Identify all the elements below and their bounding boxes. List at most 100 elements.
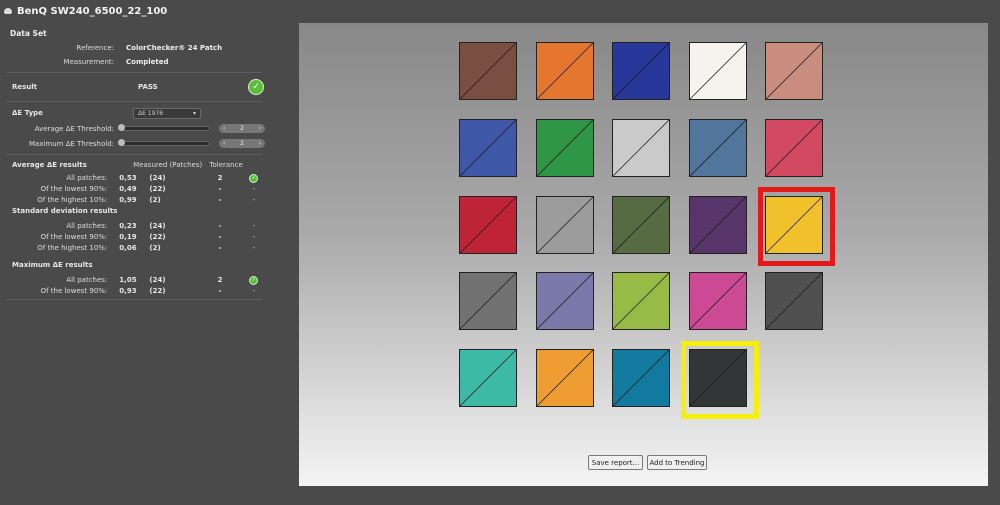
avg-threshold-value: 2 bbox=[240, 125, 244, 132]
measurement-label: Measurement: bbox=[63, 58, 114, 66]
cloud-icon bbox=[4, 8, 12, 14]
patch-diagonal bbox=[690, 120, 746, 176]
color-patch[interactable] bbox=[689, 272, 747, 330]
avg-threshold-row: Average ΔE Threshold: ‹ 2 › bbox=[0, 121, 268, 136]
measurement-value: Completed bbox=[126, 58, 169, 66]
stats-row-label: Of the lowest 90%: bbox=[40, 286, 108, 295]
color-patch[interactable] bbox=[459, 42, 517, 100]
max-threshold-slider[interactable] bbox=[118, 139, 210, 146]
reference-row: Reference: ColorChecker® 24 Patch bbox=[0, 41, 268, 55]
measured-value: 0,49 bbox=[119, 184, 137, 193]
stats-row: Of the lowest 90%: 0,93 (22) - - bbox=[0, 285, 268, 296]
patch-diagonal bbox=[460, 350, 516, 406]
stats-row: All patches: 0,23 (24) - - bbox=[0, 220, 268, 231]
avg-threshold-stepper[interactable]: ‹ 2 › bbox=[219, 124, 265, 133]
color-patch[interactable] bbox=[689, 42, 747, 100]
delta-e-type-row: ΔE Type ΔE 1976 ▾ bbox=[0, 105, 268, 121]
color-patch[interactable] bbox=[612, 119, 670, 177]
save-report-button[interactable]: Save report... bbox=[588, 455, 643, 470]
avg-threshold-label: Average ΔE Threshold: bbox=[34, 124, 114, 133]
patch-diagonal bbox=[690, 197, 746, 253]
color-patch[interactable] bbox=[765, 272, 823, 330]
stats-row-label: Of the lowest 90%: bbox=[40, 232, 108, 241]
color-patch[interactable] bbox=[536, 42, 594, 100]
stats-row: All patches: 1,05 (24) 2 ✓ bbox=[0, 274, 268, 285]
patch-diagonal bbox=[613, 43, 669, 99]
window-title: BenQ SW240_6500_22_100 bbox=[17, 5, 168, 17]
tolerance-value: 2 bbox=[217, 275, 223, 284]
patch-diagonal bbox=[537, 350, 593, 406]
patch-diagonal bbox=[613, 350, 669, 406]
delta-e-type-value: ΔE 1976 bbox=[138, 109, 164, 117]
avg-results-heading: Average ΔE results bbox=[12, 161, 87, 169]
color-patch[interactable] bbox=[459, 349, 517, 407]
color-patch[interactable] bbox=[459, 196, 517, 254]
avg-threshold-slider[interactable] bbox=[118, 124, 210, 131]
patch-diagonal bbox=[690, 43, 746, 99]
add-to-trending-button[interactable]: Add to Trending bbox=[647, 455, 707, 470]
measured-value: 0,06 bbox=[119, 243, 137, 252]
slider-thumb[interactable] bbox=[118, 124, 125, 131]
patch-diagonal bbox=[690, 273, 746, 329]
color-patch[interactable] bbox=[536, 196, 594, 254]
stats-row: Of the lowest 90%: 0,49 (22) - - bbox=[0, 183, 268, 194]
tolerance-value: - bbox=[218, 221, 222, 230]
tolerance-value: - bbox=[218, 286, 222, 295]
color-patch[interactable] bbox=[765, 119, 823, 177]
stats-row: Of the highest 10%: 0,06 (2) - - bbox=[0, 242, 268, 253]
stats-row-label: Of the highest 10%: bbox=[37, 195, 108, 204]
max-threshold-stepper[interactable]: ‹ 2 › bbox=[219, 139, 265, 148]
max-results-heading: Maximum ΔE results bbox=[12, 261, 93, 269]
chevron-left-icon[interactable]: ‹ bbox=[223, 125, 225, 132]
patch-diagonal bbox=[537, 197, 593, 253]
color-patch[interactable] bbox=[536, 119, 594, 177]
highlight-red-frame bbox=[758, 187, 835, 266]
delta-e-type-label: ΔE Type bbox=[12, 109, 43, 117]
patch-count: (22) bbox=[149, 184, 166, 193]
patch-diagonal bbox=[537, 120, 593, 176]
color-patch[interactable] bbox=[536, 349, 594, 407]
chevron-left-icon[interactable]: ‹ bbox=[223, 140, 225, 147]
tolerance-column-header: Tolerance bbox=[209, 161, 243, 169]
color-patch[interactable] bbox=[765, 42, 823, 100]
patch-grid-panel: Save report... Add to Trending bbox=[299, 23, 988, 486]
divider bbox=[6, 101, 262, 102]
patch-diagonal bbox=[766, 273, 822, 329]
check-icon: ✓ bbox=[248, 79, 264, 95]
color-patch[interactable] bbox=[536, 272, 594, 330]
measured-value: 0,23 bbox=[119, 221, 137, 230]
patch-diagonal bbox=[766, 120, 822, 176]
tolerance-value: 2 bbox=[217, 173, 223, 182]
patch-count: (24) bbox=[149, 275, 166, 284]
color-patch[interactable] bbox=[612, 349, 670, 407]
color-patch[interactable] bbox=[612, 272, 670, 330]
result-row: Result PASS ✓ bbox=[0, 76, 268, 98]
stats-row-label: Of the lowest 90%: bbox=[40, 184, 108, 193]
color-patch[interactable] bbox=[689, 196, 747, 254]
patch-diagonal bbox=[613, 120, 669, 176]
color-patch[interactable] bbox=[612, 42, 670, 100]
status-cell: ✓ bbox=[240, 173, 268, 183]
divider bbox=[6, 299, 262, 300]
check-icon: ✓ bbox=[249, 275, 259, 285]
delta-e-type-dropdown[interactable]: ΔE 1976 ▾ bbox=[133, 107, 201, 119]
tolerance-value: - bbox=[218, 232, 222, 241]
tolerance-value: - bbox=[218, 243, 222, 252]
measured-value: 0,19 bbox=[119, 232, 137, 241]
status-value: - bbox=[252, 195, 256, 204]
color-patch[interactable] bbox=[459, 272, 517, 330]
patch-diagonal bbox=[537, 273, 593, 329]
stats-row: Of the lowest 90%: 0,19 (22) - - bbox=[0, 231, 268, 242]
color-patch[interactable] bbox=[459, 119, 517, 177]
measured-value: 0,93 bbox=[119, 286, 137, 295]
chevron-right-icon[interactable]: › bbox=[259, 140, 261, 147]
status-value: - bbox=[252, 184, 256, 193]
color-patch[interactable] bbox=[612, 196, 670, 254]
chevron-right-icon[interactable]: › bbox=[259, 125, 261, 132]
slider-thumb[interactable] bbox=[118, 139, 125, 146]
std-results-table: All patches: 0,23 (24) - - Of the lowest 90%:… bbox=[0, 220, 268, 253]
patch-diagonal bbox=[613, 273, 669, 329]
window-title-bar: BenQ SW240_6500_22_100 bbox=[0, 0, 304, 22]
check-icon: ✓ bbox=[249, 173, 259, 183]
color-patch[interactable] bbox=[689, 119, 747, 177]
